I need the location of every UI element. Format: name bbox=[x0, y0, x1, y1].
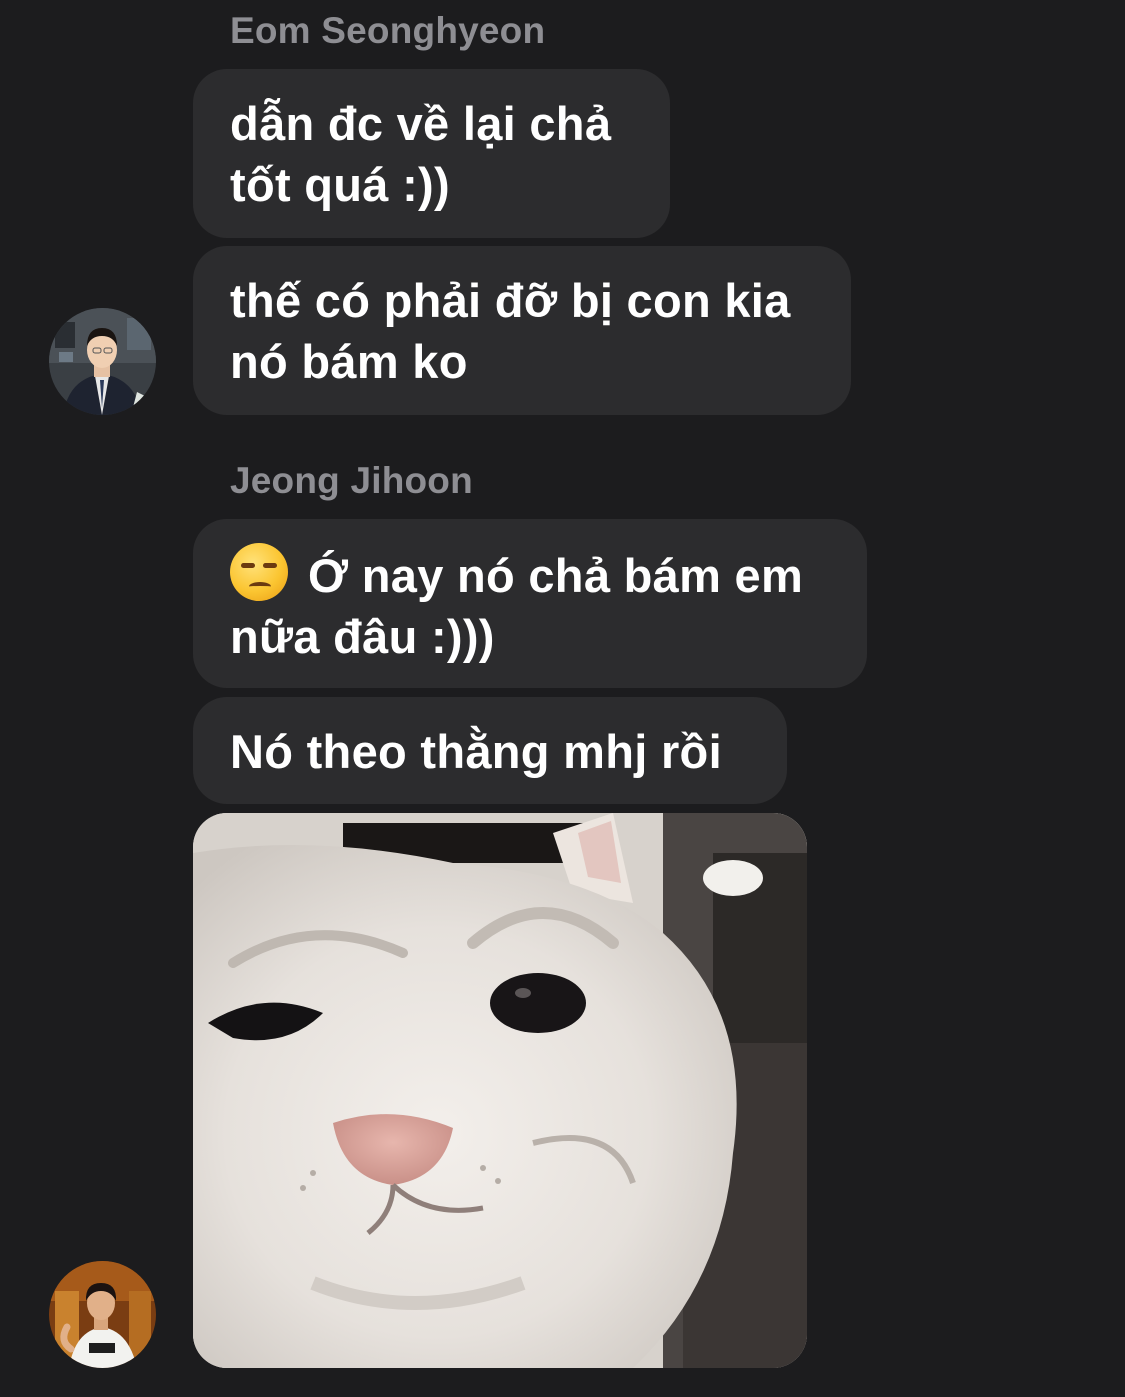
avatar-photo bbox=[49, 308, 156, 415]
message-text-line: Ớ nay nó chả bám em bbox=[308, 549, 804, 602]
message-text-line: nữa đâu :))) bbox=[230, 610, 495, 663]
message-text-line: Nó theo thằng mhj rồi bbox=[230, 725, 722, 778]
avatar[interactable] bbox=[49, 308, 156, 415]
sender-name: Jeong Jihoon bbox=[230, 460, 473, 501]
message-bubble[interactable]: dẫn đc về lại chả tốt quá :)) bbox=[193, 69, 670, 238]
message-text-line: tốt quá :)) bbox=[230, 158, 450, 211]
message-text-line: dẫn đc về lại chả bbox=[230, 97, 612, 150]
image-attachment[interactable] bbox=[193, 813, 807, 1368]
unamused-face-emoji bbox=[230, 543, 288, 601]
sender-name: Eom Seonghyeon bbox=[230, 10, 546, 51]
smirking-white-cat-meme bbox=[193, 813, 807, 1368]
message-text-line: nó bám ko bbox=[230, 335, 468, 388]
message-bubble[interactable]: thế có phải đỡ bị con kia nó bám ko bbox=[193, 246, 851, 415]
chat-thread: Eom Seonghyeon dẫn đc về lại chả tốt quá… bbox=[0, 0, 1125, 1397]
message-bubble[interactable]: Nó theo thằng mhj rồi bbox=[193, 697, 787, 804]
message-bubble[interactable]: Ớ nay nó chả bám em nữa đâu :))) bbox=[193, 519, 867, 688]
avatar[interactable] bbox=[49, 1261, 156, 1368]
avatar-photo bbox=[49, 1261, 156, 1368]
message-text-line: thế có phải đỡ bị con kia bbox=[230, 274, 791, 327]
